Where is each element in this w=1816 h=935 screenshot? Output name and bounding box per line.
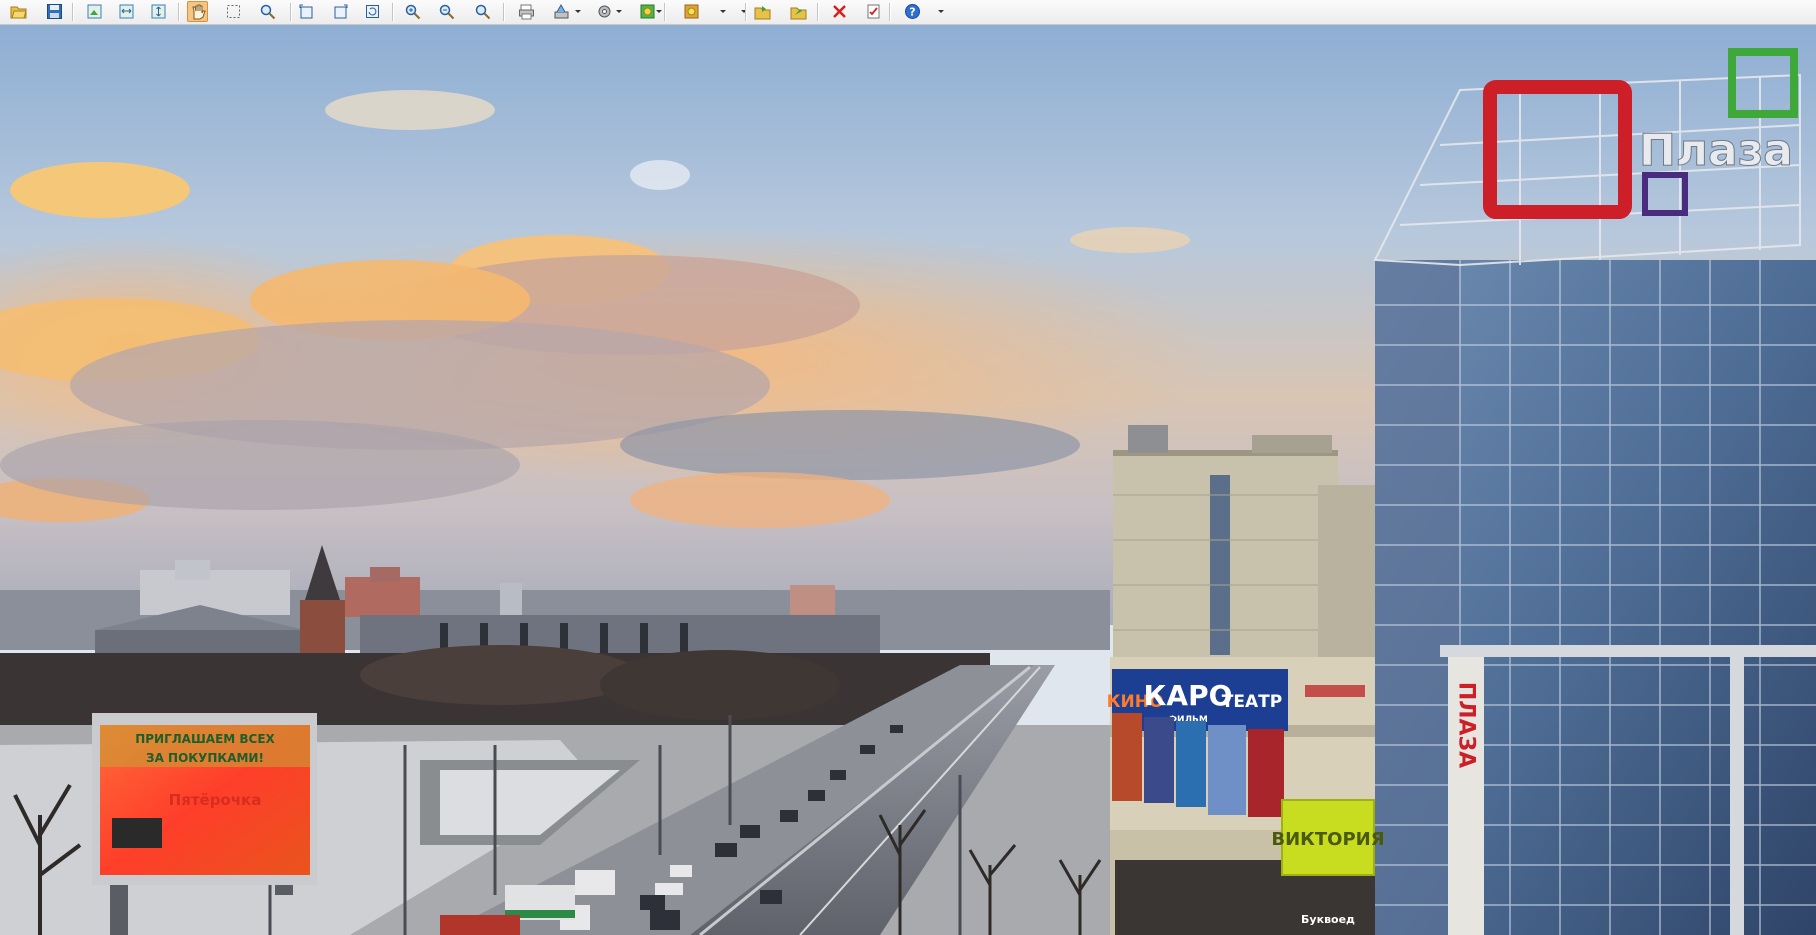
copy-to-folder-button[interactable] bbox=[752, 1, 773, 22]
gear-icon bbox=[598, 5, 611, 18]
refresh-button[interactable] bbox=[362, 1, 383, 22]
cloud bbox=[10, 162, 190, 218]
toolbar-separator bbox=[72, 3, 74, 21]
small-store-sign: Буквоед bbox=[1301, 913, 1355, 926]
copy-folder-icon bbox=[754, 6, 771, 20]
billboard-line2: ЗА ПОКУПКАМИ! bbox=[146, 751, 264, 765]
magnifier-icon bbox=[260, 4, 276, 20]
dropdown-arrow-icon[interactable] bbox=[616, 10, 622, 13]
cinema-sign-right: ТЕАТР bbox=[1222, 692, 1282, 712]
rotate-left-icon bbox=[299, 4, 313, 19]
effects-icon bbox=[640, 4, 655, 19]
adjust-button[interactable] bbox=[681, 1, 702, 22]
zoom-options-button[interactable] bbox=[472, 1, 493, 22]
floppy-disk-icon bbox=[47, 4, 62, 19]
rotate-left-button[interactable] bbox=[296, 1, 317, 22]
fit-width-button[interactable] bbox=[116, 1, 137, 22]
toolbar-separator bbox=[392, 3, 394, 21]
billboard-brand: Пятёрочка bbox=[169, 791, 262, 809]
hand-icon bbox=[192, 4, 206, 20]
fit-window-icon bbox=[87, 4, 102, 19]
select-icon bbox=[227, 5, 240, 18]
billboard-line1: ПРИГЛАШАЕМ ВСЕХ bbox=[135, 732, 275, 746]
svg-text:?: ? bbox=[909, 6, 915, 19]
zoom-out-icon bbox=[439, 4, 455, 20]
zoom-tool-button[interactable] bbox=[257, 1, 278, 22]
zoom-out-button[interactable] bbox=[436, 1, 457, 22]
zoom-in-icon bbox=[405, 4, 421, 20]
fit-width-icon bbox=[119, 4, 134, 19]
store-sign: ВИКТОРИЯ bbox=[1271, 829, 1384, 850]
delete-button[interactable] bbox=[829, 1, 850, 22]
toolbar-separator bbox=[889, 3, 891, 21]
image-viewer[interactable]: ПРИГЛАШАЕМ ВСЕХ ЗА ПОКУПКАМИ! Пятёрочка bbox=[0, 25, 1816, 935]
refresh-icon bbox=[366, 5, 379, 18]
dropdown-arrow-icon[interactable] bbox=[656, 10, 662, 13]
toolbar-separator bbox=[503, 3, 505, 21]
fit-window-button[interactable] bbox=[84, 1, 105, 22]
checklist-icon bbox=[867, 4, 880, 19]
select-tool-button[interactable] bbox=[223, 1, 244, 22]
print-button[interactable] bbox=[516, 1, 537, 22]
city-photo: ПРИГЛАШАЕМ ВСЕХ ЗА ПОКУПКАМИ! Пятёрочка bbox=[0, 25, 1816, 935]
fit-height-icon bbox=[151, 4, 166, 19]
toolbar-separator bbox=[290, 3, 292, 21]
dropdown-arrow-icon[interactable] bbox=[938, 10, 944, 13]
settings-button[interactable] bbox=[594, 1, 615, 22]
dropdown-arrow-icon[interactable] bbox=[720, 10, 726, 13]
dropdown-arrow-icon[interactable] bbox=[575, 10, 581, 13]
hand-tool-button[interactable] bbox=[187, 1, 208, 22]
rotate-right-icon bbox=[334, 4, 348, 19]
move-folder-icon bbox=[790, 7, 807, 20]
scan-button[interactable] bbox=[551, 1, 572, 22]
zoom-menu-icon bbox=[475, 4, 491, 20]
move-to-folder-button[interactable] bbox=[788, 1, 809, 22]
toolbar-separator bbox=[664, 3, 666, 21]
toolbar-separator bbox=[817, 3, 819, 21]
properties-button[interactable] bbox=[863, 1, 884, 22]
vertical-sign: ПЛАЗА bbox=[1454, 682, 1479, 768]
zoom-in-button[interactable] bbox=[402, 1, 423, 22]
help-button[interactable]: ? bbox=[902, 1, 923, 22]
toolbar: ? bbox=[0, 0, 1816, 25]
save-button[interactable] bbox=[44, 1, 65, 22]
open-button[interactable] bbox=[8, 1, 29, 22]
effects-button[interactable] bbox=[637, 1, 658, 22]
adjust-icon bbox=[684, 4, 699, 19]
cinema-sign-brand: КАРО bbox=[1144, 679, 1233, 712]
help-icon: ? bbox=[905, 4, 920, 19]
rotate-right-button[interactable] bbox=[330, 1, 351, 22]
scanner-icon bbox=[554, 3, 569, 19]
toolbar-separator bbox=[745, 3, 747, 21]
fit-height-button[interactable] bbox=[148, 1, 169, 22]
roof-brand-sign: Плаза bbox=[1639, 125, 1793, 176]
red-x-icon bbox=[833, 5, 846, 18]
printer-icon bbox=[519, 4, 534, 20]
toolbar-separator bbox=[178, 3, 180, 21]
open-folder-icon bbox=[10, 6, 27, 19]
